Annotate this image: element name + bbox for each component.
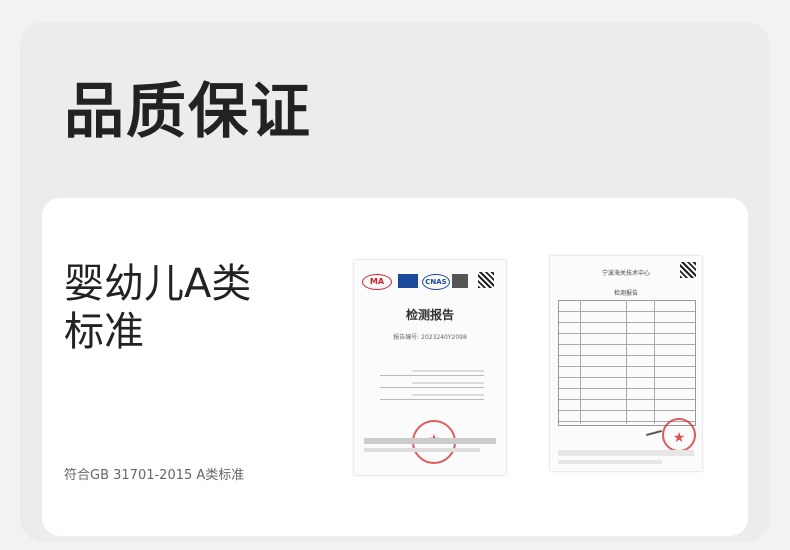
table-divider xyxy=(626,300,627,424)
report-field xyxy=(380,366,484,376)
report-field xyxy=(380,390,484,400)
table-divider xyxy=(580,300,581,424)
cnas-logo: CNAS xyxy=(422,274,450,290)
report-number: 报告编号: 2023240Y2098 xyxy=(393,334,467,341)
ma-logo: MA xyxy=(362,274,392,290)
report-field xyxy=(380,378,484,388)
report-footer xyxy=(558,450,694,456)
ilac-logo xyxy=(398,274,418,288)
report-footer xyxy=(364,438,496,444)
report-table xyxy=(558,300,696,426)
report-heading: 检测报告 xyxy=(613,290,638,297)
test-report-image-1[interactable]: MA CNAS 检测报告 报告编号: 2023240Y2098 xyxy=(354,260,506,475)
certificate-card: 婴幼儿A类 标准 符合GB 31701-2015 A类标准 MA CNAS 检测… xyxy=(42,198,748,536)
report-footer-en xyxy=(364,448,480,452)
report-org-heading: 宁波海关技术中心 xyxy=(601,270,650,277)
qr-code-icon xyxy=(478,272,494,288)
signature-mark xyxy=(646,429,662,437)
test-report-image-2[interactable]: 宁波海关技术中心 检测报告 xyxy=(550,256,702,471)
table-divider xyxy=(654,300,655,424)
report-footer-line xyxy=(558,460,662,464)
report-heading: 检测报告 xyxy=(405,308,454,322)
card-title-line-1: 婴幼儿A类 xyxy=(64,261,252,307)
card-subtitle: 符合GB 31701-2015 A类标准 xyxy=(64,468,245,483)
page-title: 品质保证 xyxy=(64,77,312,147)
card-title: 婴幼儿A类 标准 xyxy=(64,260,251,356)
hilac-logo xyxy=(452,274,468,288)
seal-stamp-icon xyxy=(662,418,696,452)
card-title-line-2: 标准 xyxy=(64,309,144,355)
